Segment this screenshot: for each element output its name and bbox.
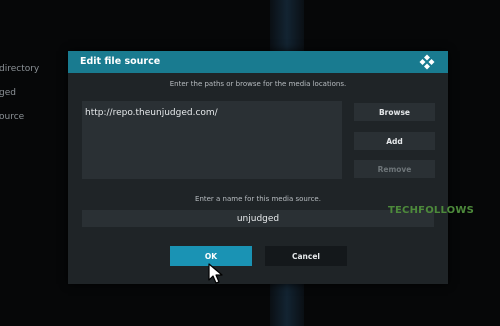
- watermark-text: TECHFOLLOWS: [388, 205, 475, 216]
- edit-file-source-dialog: Edit file source Enter the paths or brow…: [68, 51, 448, 284]
- kodi-logo-icon: [419, 54, 435, 70]
- path-entry[interactable]: http://repo.theunjudged.com/: [85, 108, 218, 118]
- dialog-title: Edit file source: [80, 56, 161, 67]
- mouse-cursor-icon: [208, 263, 223, 284]
- name-instruction: Enter a name for this media source.: [195, 195, 321, 203]
- cancel-button[interactable]: Cancel: [265, 246, 347, 266]
- paths-instruction: Enter the paths or browse for the media …: [169, 80, 347, 88]
- background-menu-item: directory: [0, 64, 40, 74]
- dialog-header: Edit file source: [68, 51, 448, 73]
- background-menu-item: ged: [0, 88, 16, 98]
- background-menu: directory ged ource: [0, 0, 70, 326]
- add-button[interactable]: Add: [354, 132, 435, 150]
- remove-button[interactable]: Remove: [354, 160, 435, 178]
- source-name-field[interactable]: unjudged: [82, 210, 434, 227]
- paths-list[interactable]: http://repo.theunjudged.com/: [82, 101, 342, 179]
- background-menu-item: ource: [0, 112, 25, 122]
- browse-button[interactable]: Browse: [354, 103, 435, 121]
